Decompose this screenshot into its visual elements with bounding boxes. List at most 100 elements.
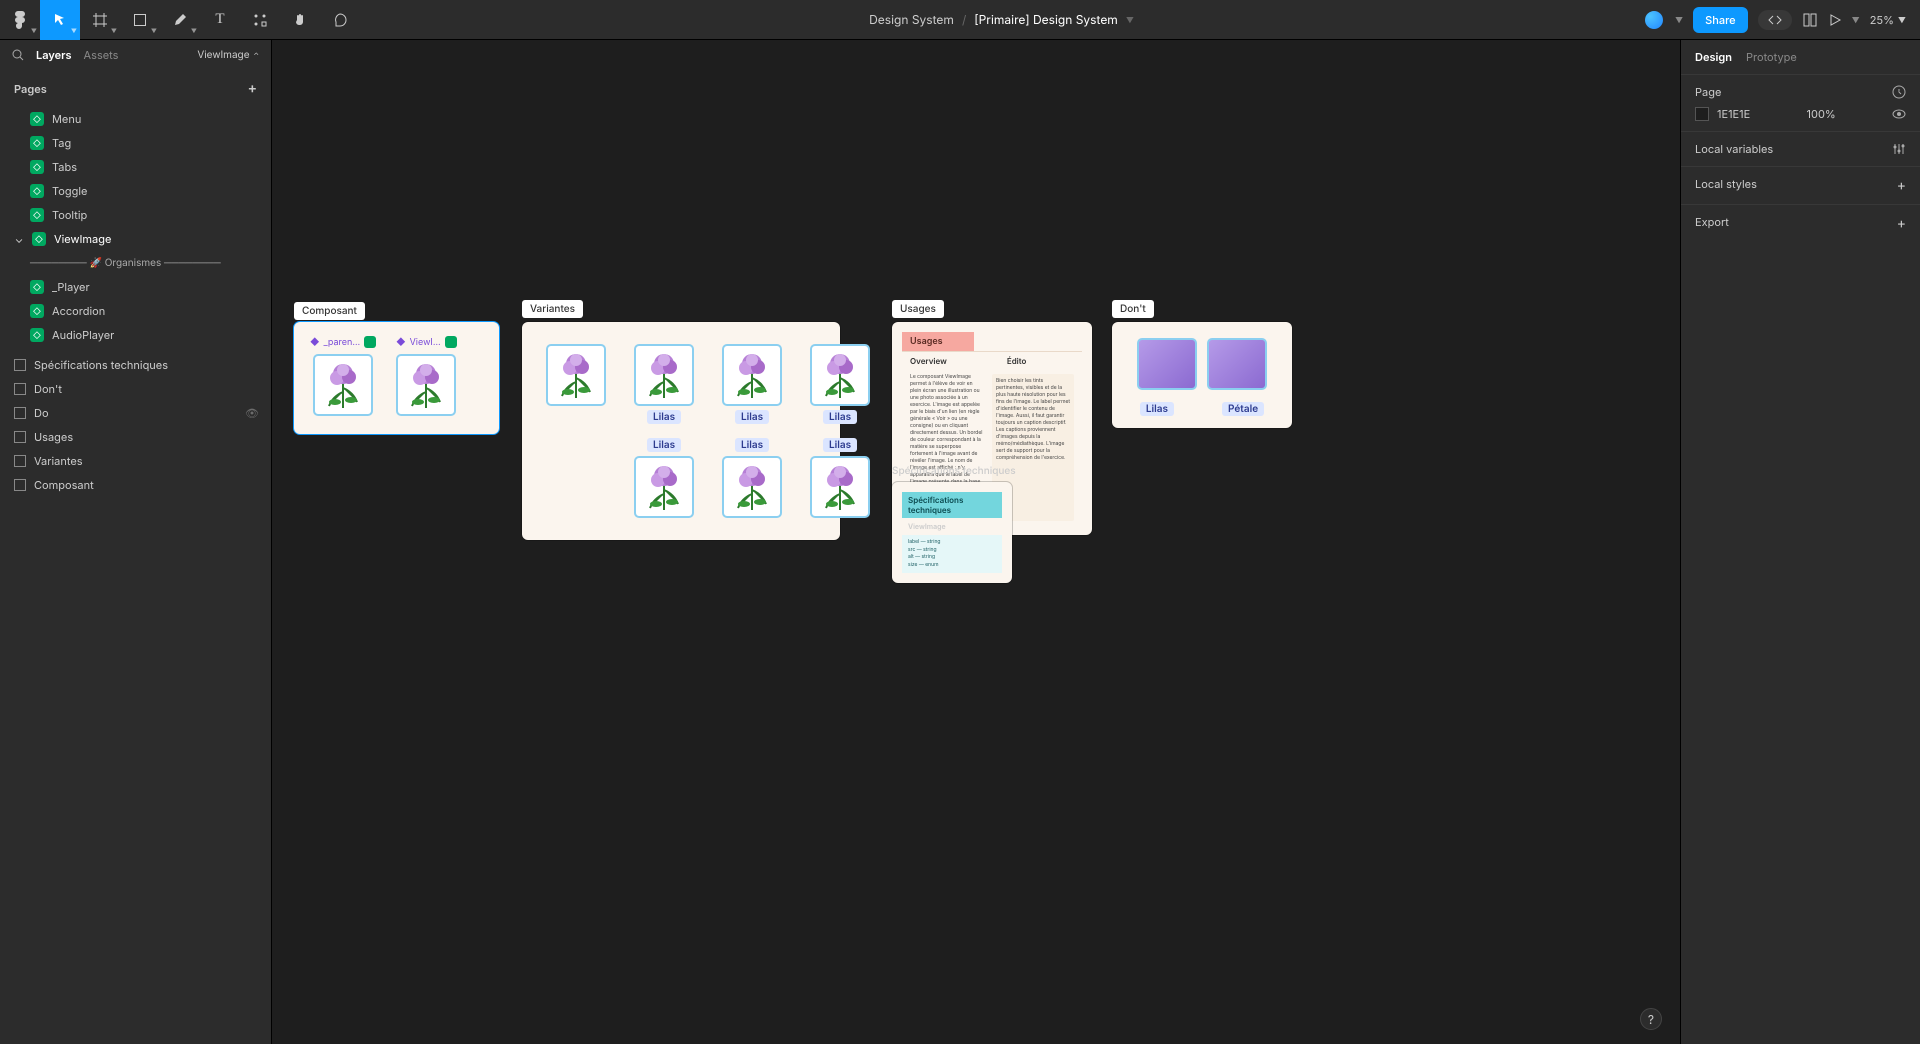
tab-layers[interactable]: Layers [36,48,72,62]
tab-prototype[interactable]: Prototype [1746,50,1797,64]
lilac-illustration [818,464,862,510]
help-button[interactable]: ? [1640,1008,1662,1030]
add-page-button[interactable]: + [248,80,257,97]
frame-label-variantes[interactable]: Variantes [522,300,583,318]
layer-tag[interactable]: ◇Tag [0,131,271,155]
bg-hex[interactable]: 1E1E1E [1717,107,1750,121]
frame-composant[interactable]: Composant [0,473,271,497]
bg-swatch[interactable] [1695,107,1709,121]
tool-strip: ▼ ▼ ▼ ▼ ▼ T [0,0,360,40]
frame-label-composant[interactable]: Composant [294,302,365,320]
layers-panel: Layers Assets ViewImage ⌃ Pages + ◇Menu … [0,40,272,1044]
hand-tool[interactable] [280,0,320,40]
caret-down-icon[interactable]: ⌄ [14,232,24,246]
layer-viewimage[interactable]: ⌄ ◇ ViewImage [0,227,271,251]
thumbnail[interactable] [396,354,456,416]
frame-variantes[interactable]: Variantes [0,449,271,473]
chevron-down-icon: ▼ [31,28,37,35]
sliders-icon[interactable] [1892,142,1906,156]
frame-label-specs[interactable]: Spécifications techniques [892,465,1016,477]
frame-dont[interactable]: Don't [0,377,271,401]
add-export-button[interactable]: + [1897,215,1906,232]
eye-icon[interactable] [1892,109,1906,119]
history-icon[interactable] [1892,85,1906,99]
tab-design[interactable]: Design [1695,50,1732,64]
layer-accordion[interactable]: ◇Accordion [0,299,271,323]
diamond-icon: ◆ [310,337,319,348]
thumbnail[interactable] [546,344,606,406]
thumbnail[interactable] [634,344,694,406]
usages-edito: Édito [1007,356,1027,366]
layer-tabs[interactable]: ◇ Tabs [0,155,271,179]
layer-tooltip[interactable]: ◇Tooltip [0,203,271,227]
search-icon[interactable] [12,49,24,61]
frame-do[interactable]: Do 👁 [0,401,271,425]
canvas[interactable]: Composant ◆_paren… ◆ViewI… Variantes [272,40,1680,1044]
frame-specs[interactable]: Spécifications techniques [0,353,271,377]
layers-tree: ◇Menu ◇Tag ◇ Tabs ◇Toggle ◇Tooltip ⌄ ◇ Vi… [0,107,271,1044]
chevron-down-icon[interactable]: ▼ [1675,15,1683,25]
resources-tool[interactable] [240,0,280,40]
tab-assets[interactable]: Assets [84,48,119,62]
layer-player[interactable]: ◇_Player [0,275,271,299]
thumbnail[interactable] [810,456,870,518]
frame-label-dont[interactable]: Don't [1112,300,1154,318]
canvas-frame-composant[interactable]: ◆_paren… ◆ViewI… [294,322,499,434]
chevron-down-icon: ▼ [151,28,157,35]
thumbnail[interactable] [722,344,782,406]
canvas-frame-variantes[interactable]: Lilas Lilas Lilas Lilas Lilas Lilas [522,322,840,540]
breadcrumb-current[interactable]: [Primaire] Design System [974,12,1118,27]
breadcrumb-root[interactable]: Design System [869,12,954,27]
section-export: Export [1695,215,1729,232]
component-icon: ◇ [32,232,46,246]
devmode-toggle[interactable] [1758,10,1792,30]
move-tool[interactable]: ▼ [40,0,80,40]
layer-menu[interactable]: ◇Menu [0,107,271,131]
text-icon: T [215,11,224,28]
chevron-down-icon[interactable]: ▼ [1126,15,1134,25]
shape-tool[interactable]: ▼ [120,0,160,40]
specs-header: Spécifications techniques [902,492,1002,518]
dont-image [1207,338,1267,390]
avatar[interactable] [1643,9,1665,31]
figma-logo-icon [14,11,26,29]
zoom-value: 25% [1870,13,1894,27]
frame-icon [93,13,107,27]
layer-label: Usages [34,430,73,444]
square-icon [134,14,146,26]
bg-opacity[interactable]: 100% [1807,107,1836,121]
pen-tool[interactable]: ▼ [160,0,200,40]
layer-toggle[interactable]: ◇Toggle [0,179,271,203]
main-menu-button[interactable]: ▼ [0,0,40,40]
thumbnail[interactable] [634,456,694,518]
page-chip-label: ViewImage [197,49,249,61]
share-button[interactable]: Share [1693,7,1747,33]
layer-audioplayer[interactable]: ◇AudioPlayer [0,323,271,347]
page-switcher[interactable]: ViewImage ⌃ [197,49,259,61]
usages-header: Usages [902,332,974,351]
thumbnail[interactable] [313,354,373,416]
thumbnail[interactable] [722,456,782,518]
layer-label: Don't [34,382,62,396]
lilac-illustration [321,362,365,408]
chevron-down-icon[interactable]: ▼ [1852,15,1860,25]
component-icon: ◇ [30,208,44,222]
zoom-control[interactable]: 25% ▼ [1870,13,1906,27]
frame-tool[interactable]: ▼ [80,0,120,40]
play-icon[interactable] [1828,13,1842,27]
add-style-button[interactable]: + [1897,177,1906,194]
canvas-frame-specs[interactable]: Spécifications techniques ViewImage labe… [892,482,1012,583]
layer-label: Tabs [52,160,77,174]
comment-tool[interactable] [320,0,360,40]
thumbnail[interactable] [810,344,870,406]
library-icon[interactable] [1802,12,1818,28]
layer-label: Spécifications techniques [34,358,168,372]
text-tool[interactable]: T [200,0,240,40]
component-icon: ◇ [30,184,44,198]
component-icon: ◇ [30,160,44,174]
canvas-frame-dont[interactable]: Lilas Pétale [1112,322,1292,428]
hidden-icon[interactable]: 👁 [245,406,259,420]
frame-label-usages[interactable]: Usages [892,300,944,318]
specs-sub: ViewImage [902,518,1002,535]
frame-usages[interactable]: Usages [0,425,271,449]
